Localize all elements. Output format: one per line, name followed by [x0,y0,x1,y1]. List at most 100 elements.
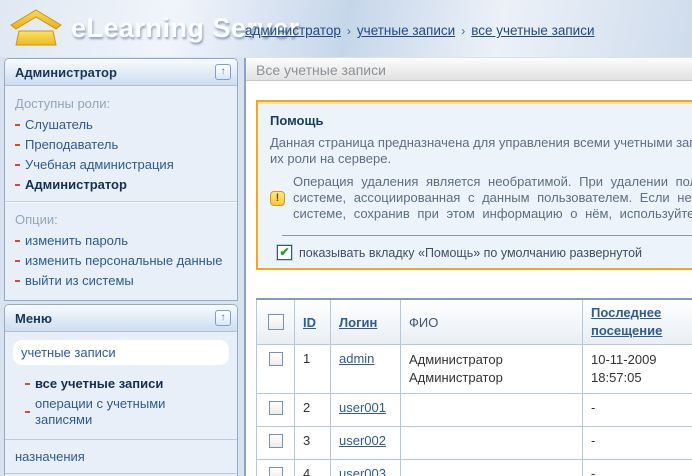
breadcrumb-link-accounts[interactable]: учетные записи [357,23,455,38]
panel-menu: Меню ↑ учетные записи все учетные записи… [4,304,238,476]
header-id: ID [295,299,331,345]
page-title: Все учетные записи [246,58,692,81]
login-link[interactable]: admin [339,351,374,366]
cell-login: user002 [331,427,401,460]
menu-item-all-accounts[interactable]: все учетные записи [15,374,227,394]
table-row: 2 user001 - [257,394,692,427]
divider [5,201,237,203]
bullet-icon [25,411,30,413]
sidebar-item-change-personal-data[interactable]: изменить персональные данные [5,251,237,271]
login-link[interactable]: user003 [339,466,386,476]
cell-fio [401,394,583,427]
roles-section-label: Доступны роли: [5,93,237,115]
options-section-label: Опции: [5,209,237,231]
bullet-icon [15,184,20,186]
cell-login: user003 [331,460,401,476]
row-checkbox[interactable] [269,467,283,476]
login-link[interactable]: user001 [339,400,386,415]
row-checkbox-cell [257,427,295,460]
header-checkbox-cell [257,299,295,345]
cell-id: 1 [295,345,331,394]
sidebar: Администратор ↑ Доступны роли: Слушатель… [4,58,238,476]
checkmark-icon: ✔ [279,245,289,259]
bullet-icon [25,383,30,385]
menu-item-assignments[interactable]: назначения [5,439,237,473]
sidebar-item-change-password[interactable]: изменить пароль [5,231,237,251]
sort-by-id-link[interactable]: ID [303,315,316,330]
row-checkbox[interactable] [269,352,283,366]
cell-id: 3 [295,427,331,460]
sidebar-item-listener[interactable]: Слушатель [5,115,237,135]
sidebar-item-logout[interactable]: выйти из системы [5,271,237,291]
sort-by-login-link[interactable]: Логин [339,315,377,330]
cell-login: admin [331,345,401,394]
bullet-icon [15,124,20,126]
sidebar-item-administrator[interactable]: Администратор [5,175,237,195]
collapse-arrow-icon[interactable]: ↑ [215,310,231,326]
header-last-visit: Последнее посещение [583,299,692,345]
help-title: Помощь [270,113,692,128]
panel-administrator-header: Администратор ↑ [5,59,237,86]
breadcrumb-link-administrator[interactable]: администратор [245,23,341,38]
sidebar-item-teacher[interactable]: Преподаватель [5,135,237,155]
menu-item-accounts-selected[interactable]: учетные записи [13,340,229,365]
help-intro-text: Данная страница предназначена для управл… [270,135,692,167]
menu-subitems: все учетные записи операции с учетными з… [13,374,229,430]
breadcrumb-separator-icon: › [347,24,351,38]
show-help-checkbox-label: показывать вкладку «Помощь» по умолчанию… [299,246,642,260]
sidebar-item-label: Учебная администрация [25,157,174,173]
bullet-icon [15,240,20,242]
accounts-table: ID Логин ФИО Последнее посещение 1 admin… [256,298,692,476]
app-header: eLearning Server администратор›учетные з… [0,0,692,57]
sidebar-item-label: изменить персональные данные [25,253,222,269]
table-row: 3 user002 - [257,427,692,460]
panel-administrator-body: Доступны роли: Слушатель Преподаватель У… [5,86,237,300]
panel-menu-title: Меню [15,311,52,326]
show-help-checkbox-row: ✔ показывать вкладку «Помощь» по умолчан… [277,245,692,260]
menu-item-account-operations[interactable]: операции с учетными записями [15,394,227,430]
sidebar-item-label: выйти из системы [25,273,134,289]
sidebar-item-label: Преподаватель [25,137,118,153]
panel-menu-header: Меню ↑ [5,305,237,332]
home-icon [10,9,62,47]
header-fio-label: ФИО [409,315,438,330]
row-checkbox[interactable] [269,434,283,448]
login-link[interactable]: user002 [339,433,386,448]
table-header-row: ID Логин ФИО Последнее посещение [257,299,692,345]
menu-item-label: операции с учетными записями [35,396,217,428]
bullet-icon [15,164,20,166]
breadcrumb: администратор›учетные записи›все учетные… [245,23,595,38]
cell-last-visit: 10-11-2009 18:57:05 [583,345,692,394]
sidebar-item-label: Слушатель [25,117,93,133]
sort-by-last-visit-link[interactable]: Последнее посещение [591,305,662,338]
cell-last-visit: - [583,394,692,427]
header-fio: ФИО [401,299,583,345]
collapse-arrow-icon[interactable]: ↑ [215,64,231,80]
panel-administrator-title: Администратор [15,65,117,80]
bullet-icon [15,260,20,262]
cell-fio [401,427,583,460]
cell-last-visit: - [583,460,692,476]
bullet-icon [15,280,20,282]
show-help-checkbox[interactable]: ✔ [277,245,292,260]
help-warning-text: Операция удаления является необратимой. … [293,174,692,222]
panel-menu-body: учетные записи все учетные записи операц… [5,332,237,430]
help-box: Помощь Данная страница предназначена для… [256,100,692,270]
row-checkbox-cell [257,460,295,476]
warning-icon: ! [270,191,285,206]
sidebar-item-label: Администратор [25,177,127,193]
panel-administrator: Администратор ↑ Доступны роли: Слушатель… [4,58,238,301]
cell-fio [401,460,583,476]
divider [282,235,692,236]
row-checkbox[interactable] [269,401,283,415]
cell-fio: Администратор Администратор [401,345,583,394]
row-checkbox-cell [257,394,295,427]
table-row: 1 admin Администратор Администратор 10-1… [257,345,692,394]
sidebar-item-study-admin[interactable]: Учебная администрация [5,155,237,175]
select-all-checkbox[interactable] [268,314,284,330]
menu-item-label: все учетные записи [35,376,163,392]
table-row: 4 user003 - [257,460,692,476]
help-warning: ! Операция удаления является необратимой… [270,174,692,222]
breadcrumb-link-all-accounts[interactable]: все учетные записи [471,23,594,38]
bullet-icon [15,144,20,146]
